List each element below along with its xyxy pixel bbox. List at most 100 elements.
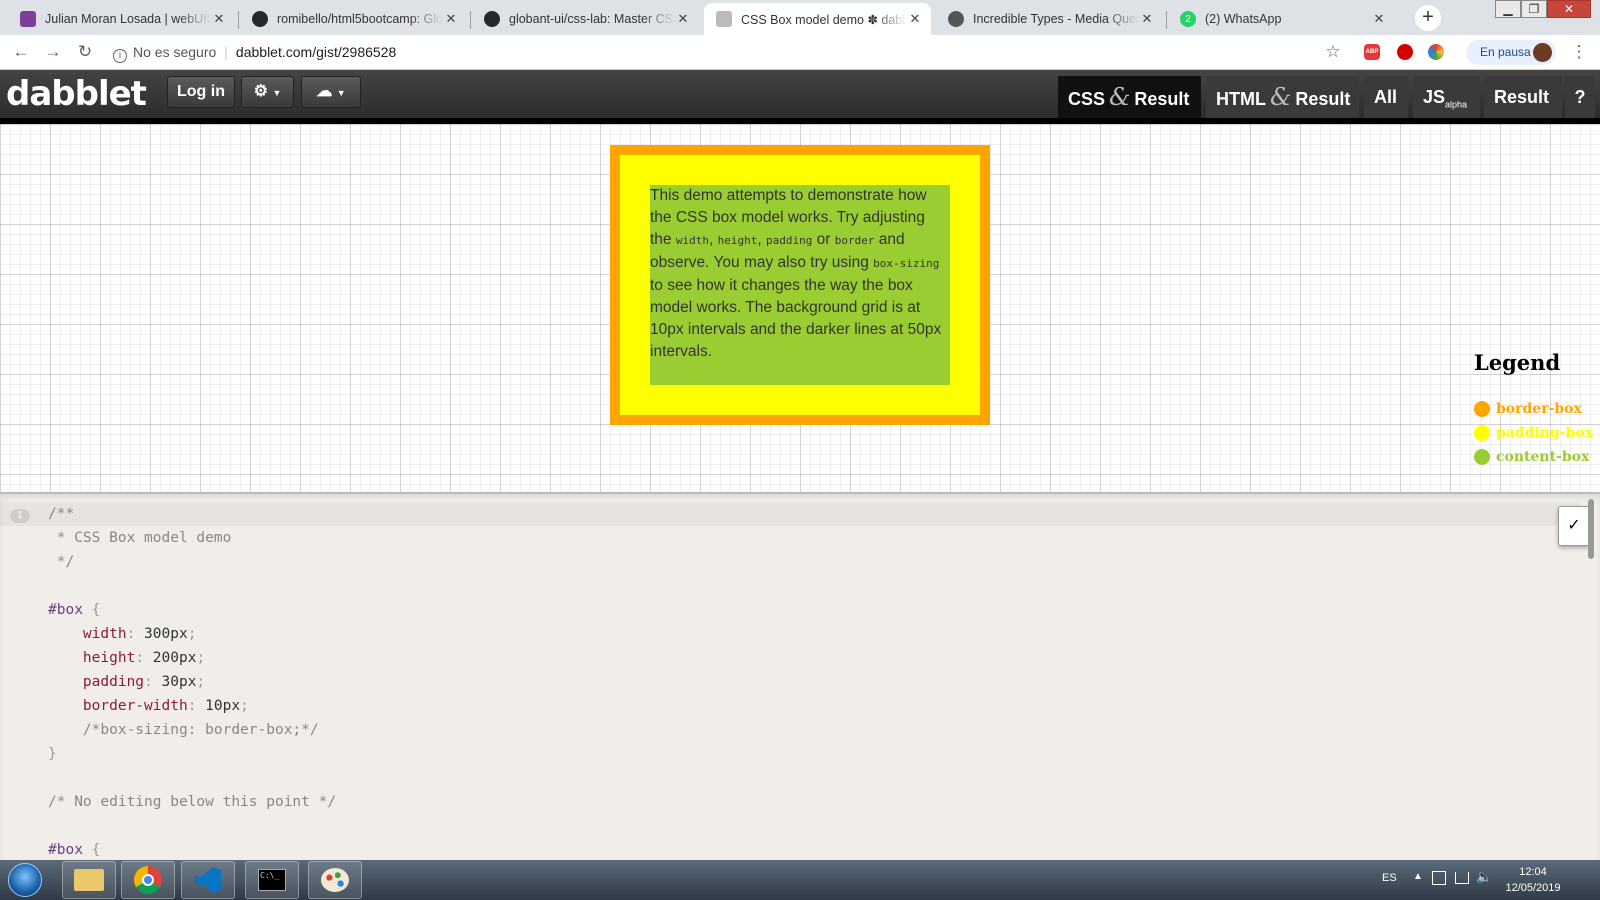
code-line[interactable]	[48, 814, 336, 838]
code-token: ;	[196, 674, 206, 690]
language-indicator[interactable]: ES	[1382, 872, 1397, 884]
code-token: 300px	[144, 626, 188, 642]
code-token: {	[82, 842, 101, 858]
view-tab[interactable]: CSS & Result	[1058, 76, 1201, 118]
profile-button[interactable]: En pausa	[1466, 40, 1556, 65]
browser-tab[interactable]: Incredible Types - Media Querie ✕	[936, 3, 1163, 35]
code-token: :	[187, 698, 206, 714]
demo-text: ,	[757, 231, 766, 248]
code-line[interactable]: /**	[48, 502, 336, 526]
forward-button[interactable]: →	[42, 41, 64, 63]
code-line[interactable]: height: 200px;	[48, 646, 336, 670]
code-line[interactable]: #box {	[48, 598, 336, 622]
browser-toolbar: ← → ↻ i No es seguro | dabblet.com/gist/298…	[0, 35, 1600, 70]
legend-item: border-box	[1474, 397, 1593, 421]
code-line[interactable]	[48, 574, 336, 598]
chevron-down-icon: ▼	[272, 88, 282, 98]
close-tab-icon[interactable]: ✕	[211, 11, 227, 27]
code-line[interactable]: padding: 30px;	[48, 670, 336, 694]
code-token: {	[82, 602, 101, 618]
tray-expand-icon[interactable]: ▲	[1413, 871, 1423, 882]
volume-icon[interactable]: 🔈	[1476, 869, 1492, 885]
code-height: height	[717, 234, 758, 247]
code-token: border-width	[48, 698, 188, 714]
cloud-upload-icon: ☁	[316, 83, 333, 100]
view-tab-label: All	[1374, 87, 1398, 107]
code-lines[interactable]: /** * CSS Box model demo */ #box { width:…	[48, 502, 336, 860]
code-line[interactable]: #box {	[48, 838, 336, 860]
view-tab[interactable]: All	[1364, 76, 1408, 118]
code-line[interactable]: border-width: 10px;	[48, 694, 336, 718]
code-token: /* No editing below this point */	[48, 794, 337, 810]
minimize-window-button[interactable]: ▁	[1495, 0, 1521, 18]
code-token: height	[48, 650, 136, 666]
legend-item: padding-box	[1474, 421, 1593, 445]
close-tab-icon[interactable]: ✕	[1139, 11, 1155, 27]
code-line[interactable]: width: 300px;	[48, 622, 336, 646]
vscode-icon[interactable]	[181, 861, 235, 899]
browser-tab[interactable]: romibello/html5bootcamp: Glob ✕	[240, 3, 467, 35]
system-clock[interactable]: 12:04 12/05/2019	[1498, 864, 1568, 896]
legend-dot-icon	[1474, 425, 1490, 441]
browser-tab[interactable]: Julian Moran Losada | webUIGL ✕	[8, 3, 235, 35]
code-line[interactable]: /*box-sizing: border-box;*/	[48, 718, 336, 742]
browser-tab[interactable]: 2 (2) WhatsApp ✕	[1168, 3, 1395, 35]
editor-scrollbar[interactable]	[1588, 499, 1594, 559]
code-padding: padding	[765, 234, 813, 247]
globe-icon	[948, 11, 964, 27]
extension-color-icon[interactable]	[1428, 44, 1444, 60]
code-border: border	[834, 234, 875, 247]
settings-button[interactable]: ⚙ ▼	[241, 76, 294, 108]
action-center-icon[interactable]	[1432, 871, 1446, 885]
browser-tab[interactable]: CSS Box model demo ✽ dabble ✕	[704, 3, 931, 35]
start-orb-icon[interactable]	[8, 863, 42, 897]
close-tab-icon[interactable]: ✕	[443, 11, 459, 27]
info-icon[interactable]: i	[113, 49, 127, 63]
reload-button[interactable]: ↻	[74, 41, 96, 63]
view-tab[interactable]: JSalpha	[1413, 76, 1480, 118]
demo-box: This demo attempts to demonstrate how th…	[610, 145, 990, 425]
check-button[interactable]: ✓	[1558, 506, 1590, 546]
code-line[interactable]: * CSS Box model demo	[48, 526, 336, 550]
code-line[interactable]: /* No editing below this point */	[48, 790, 336, 814]
help-button[interactable]: ?	[1565, 76, 1595, 118]
close-tab-icon[interactable]: ✕	[907, 11, 923, 27]
omnibox[interactable]: i No es seguro | dabblet.com/gist/2986528	[113, 42, 396, 63]
gear-icon: ⚙	[253, 83, 268, 100]
menu-kebab-icon[interactable]: ⋮	[1568, 41, 1590, 63]
maximize-window-button[interactable]: ❐	[1521, 0, 1547, 18]
close-tab-icon[interactable]: ✕	[675, 11, 691, 27]
browser-tab[interactable]: globant-ui/css-lab: Master CSS ✕	[472, 3, 699, 35]
code-line[interactable]: */	[48, 550, 336, 574]
view-tab[interactable]: Result	[1484, 76, 1562, 118]
code-token: :	[126, 626, 145, 642]
extension-red-icon[interactable]	[1397, 44, 1413, 60]
cloud-save-button[interactable]: ☁ ▼	[301, 76, 361, 108]
network-icon[interactable]	[1455, 872, 1469, 884]
new-tab-button[interactable]: +	[1415, 5, 1441, 31]
back-button[interactable]: ←	[10, 41, 32, 63]
close-tab-icon[interactable]: ✕	[1371, 11, 1387, 27]
css-editor[interactable]: 1 /** * CSS Box model demo */ #box { widt…	[0, 492, 1600, 860]
login-button[interactable]: Log in	[167, 76, 235, 108]
code-line[interactable]: }	[48, 742, 336, 766]
paint-icon[interactable]	[308, 861, 362, 899]
ampersand: &	[1269, 83, 1292, 111]
adblock-plus-icon[interactable]: ABP	[1364, 44, 1380, 60]
chrome-icon[interactable]	[121, 861, 175, 899]
code-box-sizing: box-sizing	[873, 257, 940, 270]
dabblet-logo[interactable]: dabblet	[6, 74, 147, 114]
bookmark-star-icon[interactable]: ☆	[1322, 41, 1344, 63]
legend-label: border-box	[1496, 401, 1582, 417]
legend-label: content-box	[1496, 449, 1590, 465]
dabblet-header: dabblet Log in ⚙ ▼ ☁ ▼ CSS & Result HTML & Re…	[0, 70, 1600, 124]
line-number-badge: 1	[10, 509, 30, 523]
view-tab[interactable]: HTML & Result	[1206, 76, 1359, 118]
close-window-button[interactable]: ✕	[1547, 0, 1591, 18]
result-pane: This demo attempts to demonstrate how th…	[0, 124, 1600, 492]
cmd-icon[interactable]: C:\_	[245, 861, 299, 899]
file-explorer-icon[interactable]	[62, 861, 116, 899]
code-token: padding	[48, 674, 145, 690]
code-token: ;	[187, 626, 197, 642]
code-line[interactable]	[48, 766, 336, 790]
